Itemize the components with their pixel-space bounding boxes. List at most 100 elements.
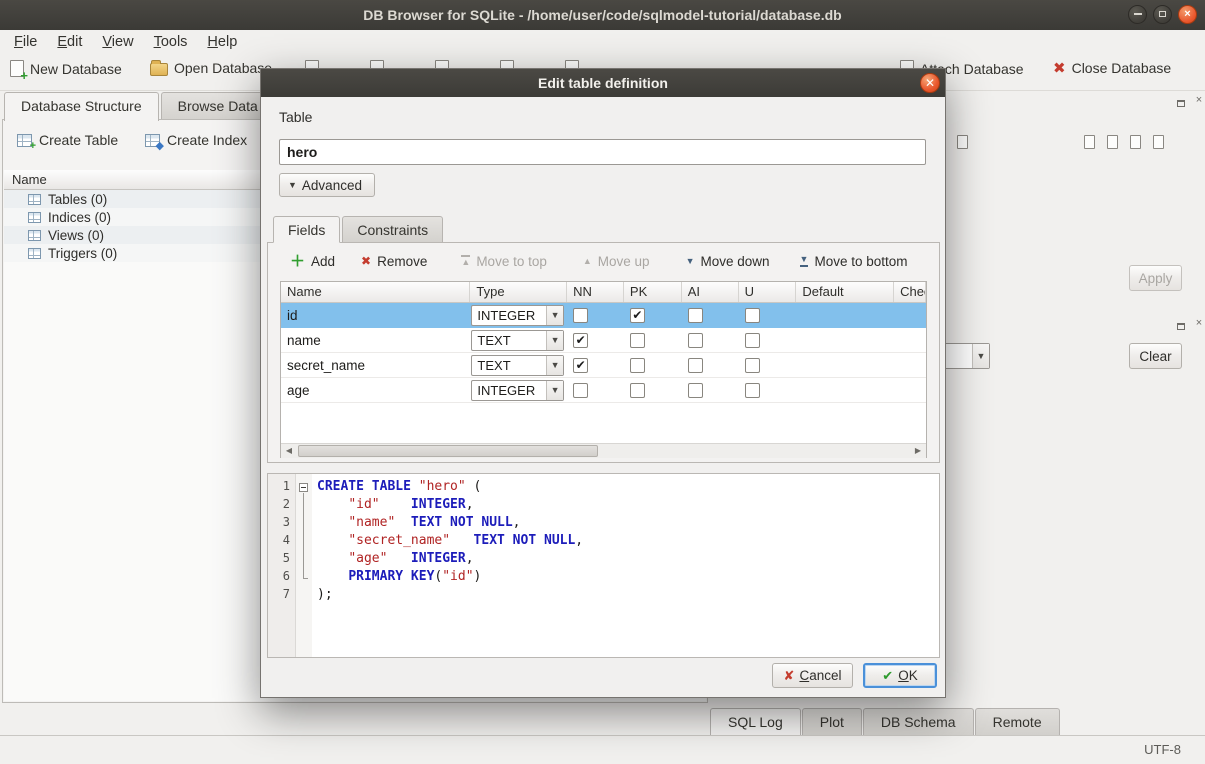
close-database-button[interactable]: ✖ Close Database	[1053, 60, 1171, 76]
ai-checkbox[interactable]	[688, 358, 703, 373]
u-checkbox[interactable]	[745, 383, 760, 398]
advanced-toggle-button[interactable]: ▼ Advanced	[279, 173, 375, 197]
nn-checkbox[interactable]	[573, 308, 588, 323]
move-to-top-button[interactable]: ▲ Move to top	[455, 251, 552, 272]
column-header-default[interactable]: Default	[796, 282, 894, 302]
tab-fields[interactable]: Fields	[273, 216, 340, 243]
field-name-cell[interactable]: age	[281, 378, 470, 403]
column-header-type[interactable]: Type	[470, 282, 567, 302]
open-database-button[interactable]: Open Database	[150, 60, 272, 76]
document-icon	[1130, 135, 1141, 149]
sql-token	[450, 533, 473, 548]
menu-tools[interactable]: Tools	[144, 32, 198, 52]
scroll-right-icon[interactable]: ▶	[910, 444, 926, 458]
table-name-input[interactable]	[279, 139, 926, 165]
default-cell[interactable]	[796, 328, 894, 353]
dialog-close-button[interactable]: ✕	[920, 73, 940, 93]
field-row-age[interactable]: age INTEGER ▼	[281, 378, 926, 403]
dock-undock-button[interactable]	[1174, 94, 1188, 112]
ok-button[interactable]: ✔ OK	[863, 663, 937, 688]
ai-checkbox[interactable]	[688, 383, 703, 398]
cell-editor-toolbar-icon[interactable]	[1124, 131, 1146, 153]
tab-database-structure[interactable]: Database Structure	[4, 92, 159, 121]
tab-plot[interactable]: Plot	[802, 708, 862, 735]
check-cell[interactable]	[894, 328, 926, 353]
type-combobox[interactable]: TEXT ▼	[471, 330, 564, 351]
dock-undock-button[interactable]	[1174, 317, 1188, 335]
default-cell[interactable]	[796, 353, 894, 378]
scroll-left-icon[interactable]: ◀	[281, 444, 297, 458]
menu-help[interactable]: Help	[197, 32, 247, 52]
column-header-ai[interactable]: AI	[682, 282, 739, 302]
pk-checkbox[interactable]	[630, 358, 645, 373]
move-up-button[interactable]: ▲ Move up	[577, 251, 656, 272]
default-cell[interactable]	[796, 303, 894, 328]
sql-token	[317, 533, 348, 548]
ai-checkbox[interactable]	[688, 308, 703, 323]
column-header-name[interactable]: Name	[281, 282, 470, 302]
tab-sql-log[interactable]: SQL Log	[710, 708, 801, 735]
tab-constraints[interactable]: Constraints	[342, 216, 443, 243]
check-cell[interactable]	[894, 353, 926, 378]
add-field-button[interactable]: ＋ Add	[284, 251, 341, 272]
scrollbar-thumb[interactable]	[298, 445, 598, 457]
apply-button[interactable]: Apply	[1129, 265, 1182, 291]
pk-checkbox[interactable]: ✔	[630, 308, 645, 323]
horizontal-scrollbar[interactable]: ◀ ▶	[281, 443, 926, 458]
trigger-icon	[28, 248, 41, 259]
create-table-button[interactable]: + Create Table	[17, 132, 118, 148]
pk-checkbox[interactable]	[630, 383, 645, 398]
cell-editor-toolbar-icon[interactable]	[1078, 131, 1100, 153]
column-header-check[interactable]: Check	[894, 282, 926, 302]
menu-edit[interactable]: Edit	[47, 32, 92, 52]
remove-field-button[interactable]: ✖ Remove	[355, 251, 433, 272]
nn-checkbox[interactable]: ✔	[573, 358, 588, 373]
field-name-cell[interactable]: id	[281, 303, 470, 328]
type-combobox[interactable]: INTEGER ▼	[471, 305, 564, 326]
tab-db-schema[interactable]: DB Schema	[863, 708, 974, 735]
menu-file[interactable]: File	[4, 32, 47, 52]
type-combobox[interactable]: TEXT ▼	[471, 355, 564, 376]
tab-remote[interactable]: Remote	[975, 708, 1060, 735]
move-to-bottom-button[interactable]: ▼ Move to bottom	[794, 251, 914, 272]
column-header-u[interactable]: U	[739, 282, 797, 302]
cancel-button[interactable]: ✘ Cancel	[772, 663, 853, 688]
dock-close-button[interactable]: ×	[1192, 317, 1205, 331]
ai-checkbox[interactable]	[688, 333, 703, 348]
move-down-button[interactable]: ▼ Move down	[680, 251, 776, 272]
type-combobox[interactable]: INTEGER ▼	[471, 380, 564, 401]
field-row-secret-name[interactable]: secret_name TEXT ▼ ✔	[281, 353, 926, 378]
check-cell[interactable]	[894, 303, 926, 328]
nn-checkbox[interactable]	[573, 383, 588, 398]
menu-view[interactable]: View	[92, 32, 143, 52]
check-cell[interactable]	[894, 378, 926, 403]
field-name-cell[interactable]: name	[281, 328, 470, 353]
minimize-button[interactable]	[1128, 5, 1147, 24]
column-header-nn[interactable]: NN	[567, 282, 624, 302]
field-row-name[interactable]: name TEXT ▼ ✔	[281, 328, 926, 353]
new-database-button[interactable]: New Database	[10, 60, 122, 77]
table-empty-area	[281, 403, 926, 443]
cell-editor-toolbar-icon[interactable]	[1101, 131, 1123, 153]
u-checkbox[interactable]	[745, 358, 760, 373]
fold-guide-line	[303, 493, 304, 579]
clear-button[interactable]: Clear	[1129, 343, 1182, 369]
maximize-button[interactable]	[1153, 5, 1172, 24]
field-row-id[interactable]: id INTEGER ▼ ✔	[281, 303, 926, 328]
create-index-button[interactable]: ◆ Create Index	[145, 132, 247, 148]
field-name-cell[interactable]: secret_name	[281, 353, 470, 378]
pk-checkbox[interactable]	[630, 333, 645, 348]
dock-close-button[interactable]: ×	[1192, 94, 1205, 108]
nn-checkbox[interactable]: ✔	[573, 333, 588, 348]
u-checkbox[interactable]	[745, 333, 760, 348]
line-number: 3	[268, 515, 295, 533]
column-header-pk[interactable]: PK	[624, 282, 682, 302]
close-window-button[interactable]: ×	[1178, 5, 1197, 24]
default-cell[interactable]	[796, 378, 894, 403]
fold-collapse-icon[interactable]	[299, 483, 308, 492]
dialog-titlebar[interactable]: Edit table definition	[261, 69, 945, 97]
tab-browse-data[interactable]: Browse Data	[161, 92, 275, 120]
cell-editor-toolbar-icon[interactable]	[951, 131, 973, 153]
cell-editor-toolbar-icon[interactable]	[1147, 131, 1169, 153]
u-checkbox[interactable]	[745, 308, 760, 323]
